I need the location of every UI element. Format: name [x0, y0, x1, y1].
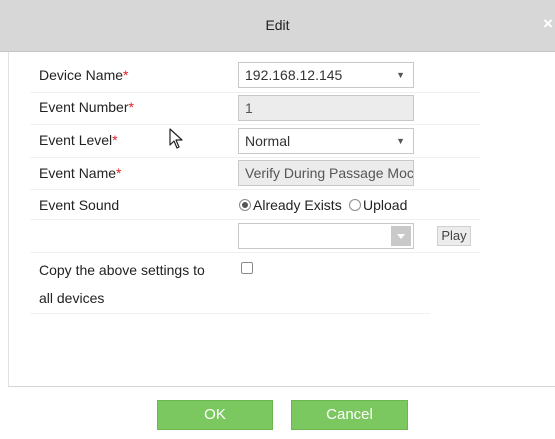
- required-mark: *: [128, 99, 134, 115]
- mouse-pointer-icon: [169, 128, 183, 149]
- event-name-label: Event Name*: [39, 164, 122, 182]
- upload-label[interactable]: Upload: [363, 197, 407, 213]
- close-icon[interactable]: ×: [543, 14, 555, 34]
- event-number-value: 1: [245, 100, 253, 116]
- row-divider: [30, 92, 480, 93]
- chevron-down-icon: ▼: [396, 70, 405, 80]
- event-level-select[interactable]: Normal ▼: [238, 128, 414, 154]
- edit-dialog: Edit × Device Name* 192.168.12.145 ▼ Eve…: [0, 0, 555, 439]
- device-name-label-text: Device Name: [39, 67, 124, 83]
- copy-settings-label-line2: all devices: [39, 290, 105, 306]
- already-exists-radio[interactable]: [239, 199, 251, 211]
- device-name-value: 192.168.12.145: [245, 67, 343, 83]
- upload-radio[interactable]: [349, 199, 361, 211]
- event-level-label: Event Level*: [39, 131, 118, 149]
- event-number-label: Event Number*: [39, 98, 134, 116]
- event-name-label-text: Event Name: [39, 165, 117, 181]
- sound-file-select[interactable]: [238, 223, 414, 249]
- copy-settings-checkbox[interactable]: [241, 262, 253, 274]
- row-divider: [30, 219, 480, 220]
- cancel-button[interactable]: Cancel: [291, 400, 408, 430]
- required-mark: *: [116, 165, 122, 181]
- row-divider: [30, 124, 480, 125]
- event-number-label-text: Event Number: [39, 99, 129, 115]
- row-divider: [30, 157, 480, 158]
- event-level-label-text: Event Level: [39, 132, 113, 148]
- already-exists-label[interactable]: Already Exists: [253, 197, 342, 213]
- event-sound-label: Event Sound: [39, 197, 120, 213]
- chevron-down-icon: ▼: [396, 136, 405, 146]
- event-number-field: 1: [238, 95, 414, 121]
- event-name-field: Verify During Passage Moc: [238, 160, 414, 186]
- device-name-label: Device Name*: [39, 66, 128, 84]
- row-divider: [30, 189, 480, 190]
- copy-settings-label-line1: Copy the above settings to: [39, 262, 205, 278]
- required-mark: *: [112, 132, 118, 148]
- required-mark: *: [123, 67, 129, 83]
- dialog-title: Edit: [265, 17, 290, 33]
- device-name-select[interactable]: 192.168.12.145 ▼: [238, 62, 414, 88]
- dialog-titlebar: Edit ×: [0, 0, 555, 52]
- ok-button[interactable]: OK: [157, 400, 273, 430]
- row-divider: [30, 252, 480, 253]
- footer-divider: [8, 386, 555, 387]
- chevron-down-icon[interactable]: [391, 226, 411, 246]
- event-name-value: Verify During Passage Moc: [245, 165, 414, 181]
- row-divider: [30, 313, 430, 314]
- event-level-value: Normal: [245, 133, 291, 149]
- play-button[interactable]: Play: [437, 226, 471, 246]
